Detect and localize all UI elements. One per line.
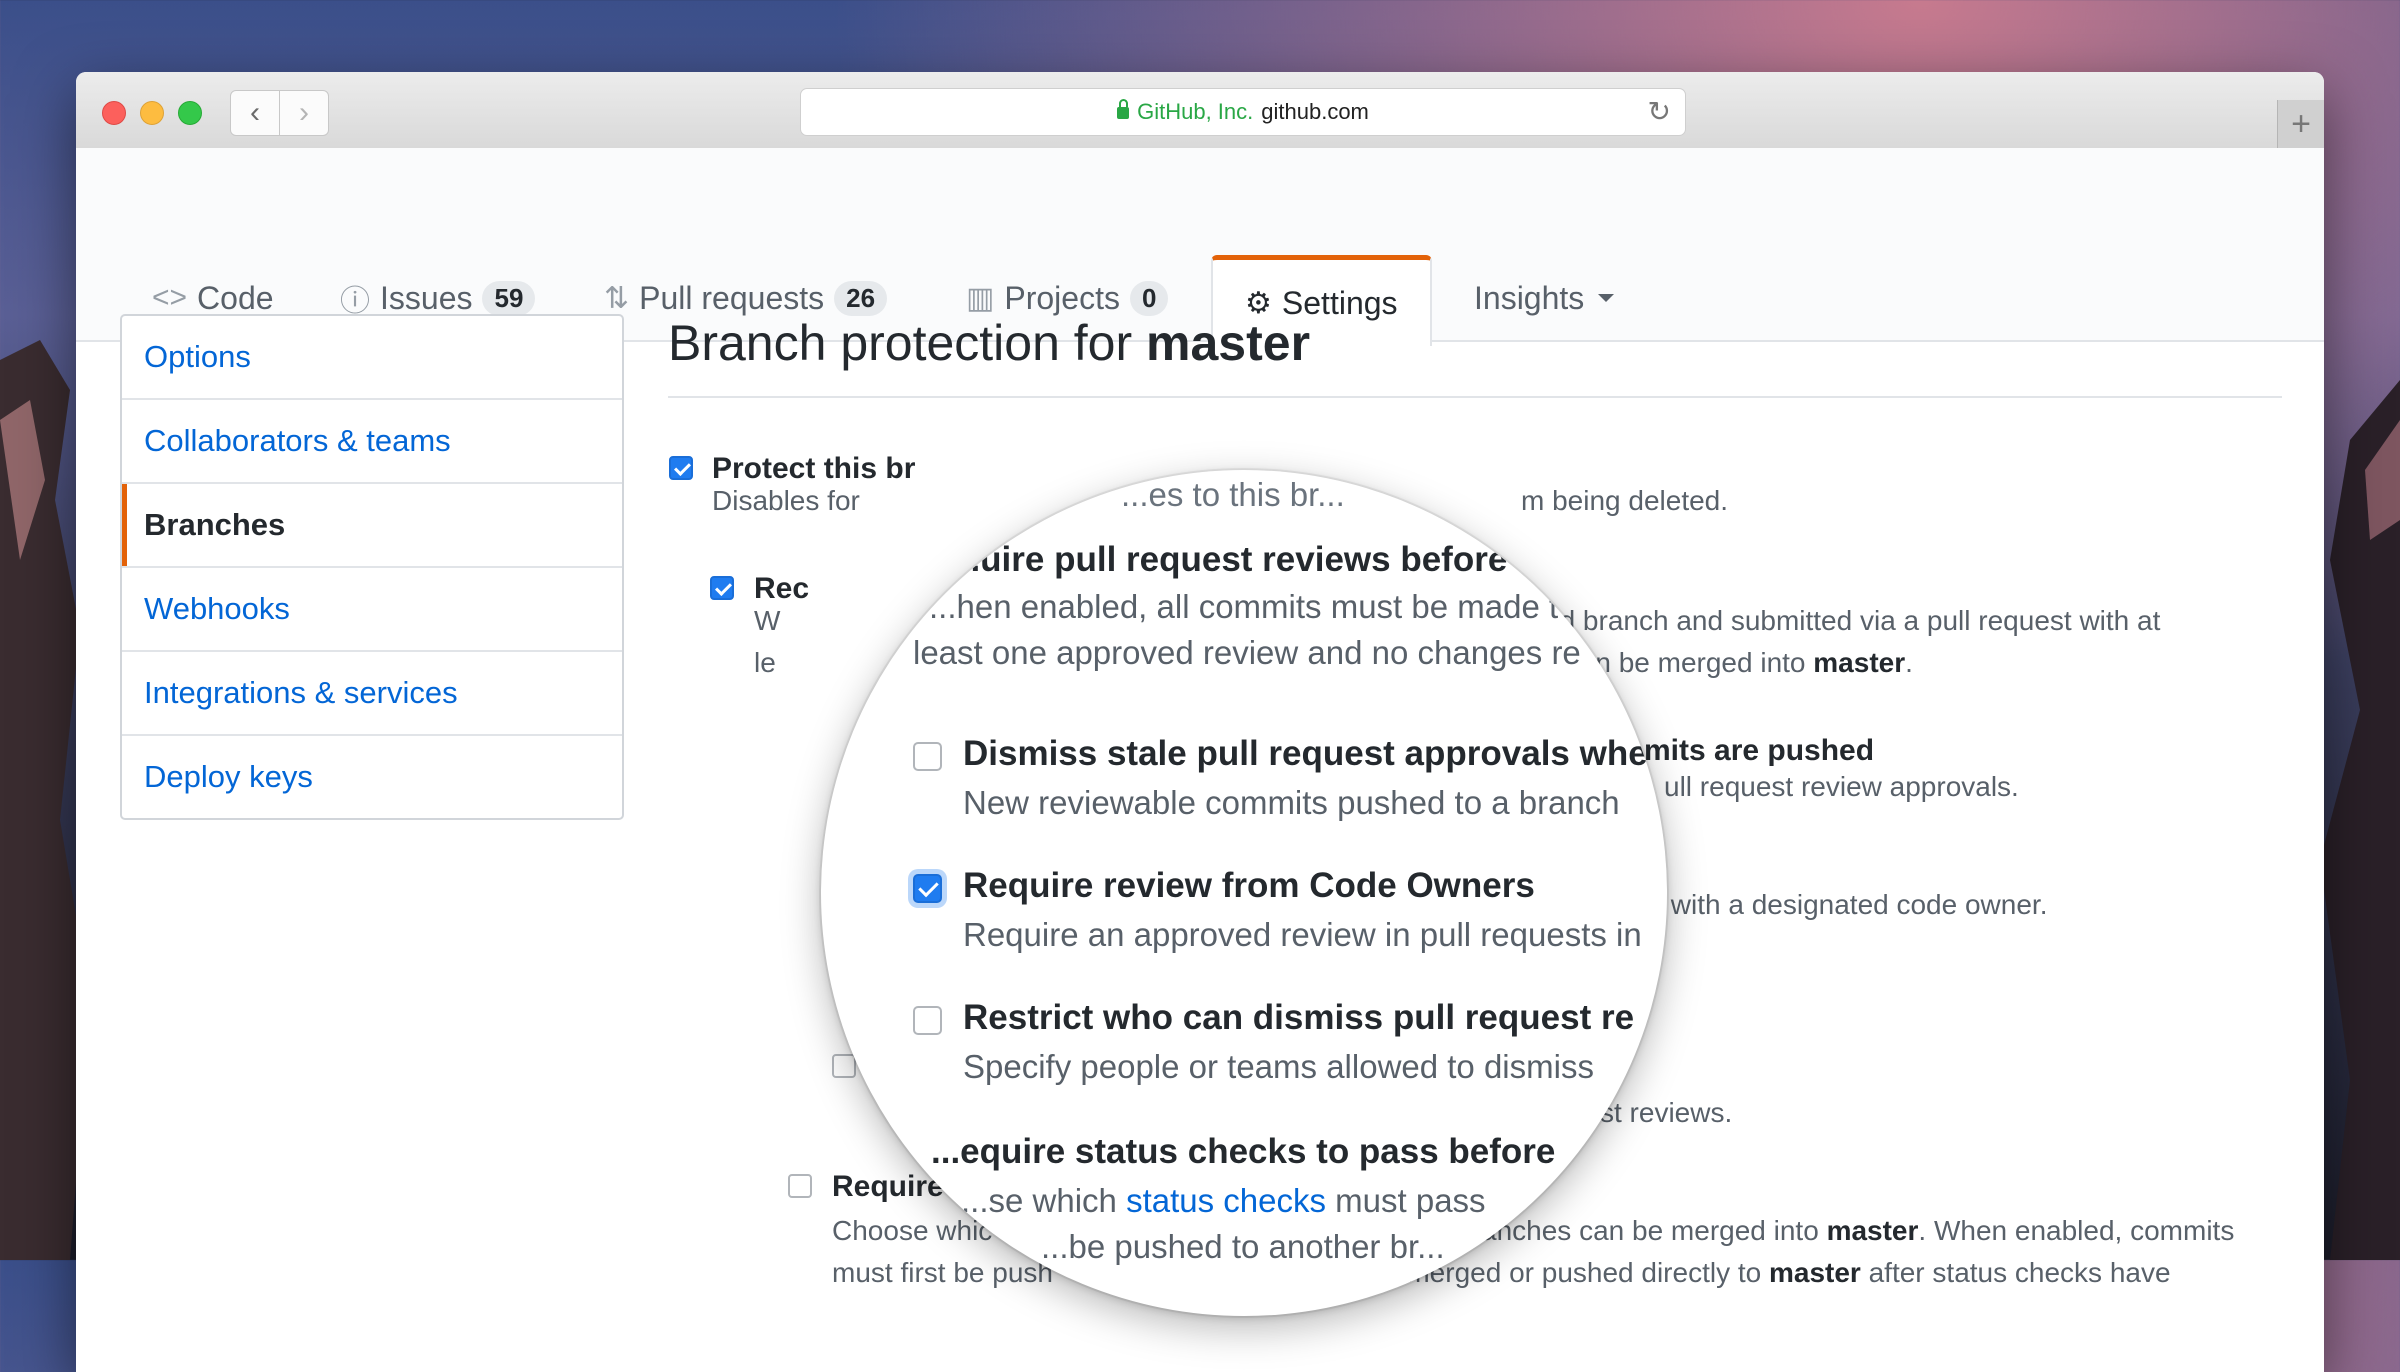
dismiss-stale-title: Dismiss stale pull request approvals whe — [963, 734, 1648, 773]
sidebar-item-deploy-keys[interactable]: Deploy keys — [122, 736, 622, 818]
restrict-dismiss-title: Restrict who can dismiss pull request re — [963, 998, 1635, 1037]
tab-label: Code — [197, 279, 274, 316]
plus-icon: + — [2291, 104, 2311, 143]
minimize-window-button[interactable] — [140, 101, 164, 125]
url-domain: github.com — [1261, 99, 1369, 124]
desc-period: . — [1905, 647, 1913, 678]
tab-code[interactable]: <> Code — [152, 278, 274, 318]
branch-protection-form: Branch protection for master — [668, 314, 2282, 424]
sidebar-item-options[interactable]: Options — [122, 316, 622, 400]
tab-pull-requests[interactable]: ⇅ Pull requests 26 — [604, 278, 888, 318]
back-button[interactable]: ‹ — [230, 90, 280, 136]
tab-label: Projects — [1004, 279, 1120, 316]
desc-branch: master — [1768, 1257, 1861, 1288]
dismiss-stale-desc-end: ull request review approvals. — [1664, 771, 2019, 802]
mag-pushed-fragment: ...be pushed to another br... — [1041, 1228, 1445, 1265]
require-reviews-desc-start: W — [754, 605, 781, 636]
browser-window: ‹ › GitHub, Inc. github.com ↻ + <> Code … — [76, 72, 2324, 1372]
desc-text: after status checks have — [1860, 1257, 2171, 1288]
status-checks-link[interactable]: status checks — [1126, 1182, 1326, 1219]
settings-sidebar: Options Collaborators & teams Branches W… — [120, 314, 624, 820]
certificate-company: GitHub, Inc. — [1137, 99, 1254, 124]
code-icon: <> — [152, 281, 188, 314]
tab-issues[interactable]: ⓘ Issues 59 — [340, 278, 536, 318]
close-window-button[interactable] — [102, 101, 126, 125]
tab-label: Issues — [380, 279, 473, 316]
tab-label: Pull requests — [639, 279, 825, 316]
projects-counter: 0 — [1129, 280, 1169, 316]
mag-status-checks-desc: ...se which status checks must pass — [961, 1182, 1486, 1220]
lock-icon — [1117, 99, 1130, 119]
chevron-left-icon: ‹ — [250, 96, 260, 129]
tab-projects[interactable]: ▥ Projects 0 — [966, 278, 1169, 318]
forward-button[interactable]: › — [279, 90, 329, 136]
mag-require-reviews-title: ...uire pull request reviews before — [951, 540, 1508, 579]
pull-requests-counter: 26 — [834, 280, 888, 316]
new-tab-button[interactable]: + — [2277, 100, 2324, 148]
browser-titlebar: ‹ › GitHub, Inc. github.com ↻ + — [76, 72, 2324, 149]
pull-request-icon: ⇅ — [604, 281, 630, 315]
project-icon: ▥ — [966, 281, 995, 315]
branch-name: master — [1146, 315, 1311, 371]
require-status-checks-checkbox[interactable] — [788, 1174, 812, 1198]
desc-branch: master — [1813, 647, 1906, 678]
chevron-down-icon — [1598, 294, 1615, 302]
mag-require-reviews-desc1: ...hen enabled, all commits must be made… — [929, 588, 1559, 625]
page-title: Branch protection for master — [668, 314, 2282, 398]
sidebar-item-webhooks[interactable]: Webhooks — [122, 568, 622, 652]
address-bar[interactable]: GitHub, Inc. github.com ↻ — [800, 88, 1686, 136]
repo-tab-nav: <> Code ⓘ Issues 59 ⇅ Pull requests 26 ▥… — [76, 148, 2324, 346]
chevron-right-icon: › — [299, 96, 309, 129]
require-code-owners-desc: Require an approved review in pull reque… — [963, 916, 1642, 953]
restrict-dismiss-checkbox[interactable] — [913, 1006, 942, 1035]
reload-icon[interactable]: ↻ — [1648, 95, 1671, 128]
restrict-dismiss-desc: Specify people or teams allowed to dismi… — [963, 1048, 1594, 1085]
desc-branch: master — [1826, 1215, 1919, 1246]
mag-require-reviews-desc2: least one approved review and no changes… — [913, 634, 1581, 671]
zoom-window-button[interactable] — [178, 101, 202, 125]
dismiss-stale-title-end: mits are pushed — [1644, 734, 1875, 767]
sidebar-item-branches[interactable]: Branches — [122, 484, 622, 568]
desc-text: ...se which — [961, 1182, 1127, 1219]
desc-text: . When enabled, commits — [1918, 1215, 2235, 1246]
require-code-owners-title: Require review from Code Owners — [963, 866, 1535, 905]
mag-top-fragment: ...es to this br... — [1121, 476, 1345, 513]
require-reviews-checkbox[interactable] — [710, 576, 734, 600]
protect-branch-checkbox[interactable] — [669, 456, 693, 480]
require-reviews-desc2-start: le — [754, 647, 776, 678]
dismiss-stale-desc: New reviewable commits pushed to a branc… — [963, 784, 1620, 821]
tab-insights[interactable]: Insights — [1474, 278, 1615, 318]
sidebar-item-collaborators[interactable]: Collaborators & teams — [122, 400, 622, 484]
tab-label: Insights — [1474, 279, 1585, 316]
dismiss-stale-checkbox[interactable] — [913, 742, 942, 771]
page-title-prefix: Branch protection for — [668, 315, 1147, 371]
desc-text: must pass — [1326, 1182, 1486, 1219]
mag-status-checks-title: ...equire status checks to pass before — [931, 1132, 1556, 1171]
sidebar-item-integrations[interactable]: Integrations & services — [122, 652, 622, 736]
code-owners-desc-end: s with a designated code owner. — [1649, 889, 2048, 920]
require-code-owners-checkbox[interactable] — [913, 874, 942, 903]
magnifier-loupe: ...es to this br... ...uire pull request… — [821, 470, 1667, 1316]
issues-counter: 59 — [482, 280, 536, 316]
